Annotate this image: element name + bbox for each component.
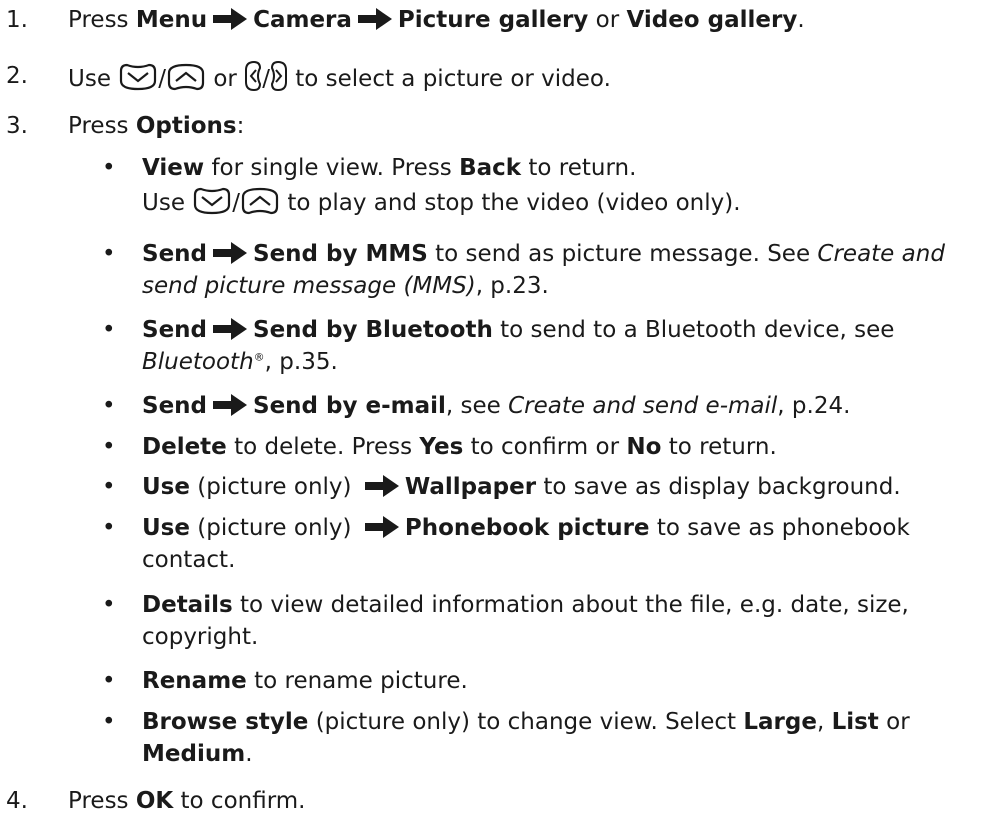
bullet: • xyxy=(102,474,116,500)
bullet-text: Use (picture only) Wallpaper to save as … xyxy=(142,474,901,500)
bullet: • xyxy=(102,434,116,460)
arrow-right-icon xyxy=(364,516,399,538)
arrow-right-icon xyxy=(364,475,399,497)
step-number: 1. xyxy=(6,7,28,33)
step-number: 2. xyxy=(6,63,28,89)
step-number: 3. xyxy=(6,113,28,139)
arrow-right-icon xyxy=(213,242,248,264)
bullet: • xyxy=(102,155,116,181)
bullet-text: Details to view detailed information abo… xyxy=(142,592,909,650)
bullet-text: Delete to delete. Press Yes to confirm o… xyxy=(142,434,777,460)
arrow-right-icon xyxy=(213,318,248,340)
arrow-right-icon xyxy=(213,394,248,416)
step-number: 4. xyxy=(6,788,28,814)
manual-page: 1. Press Menu Camera Picture gallery or Vi… xyxy=(0,0,999,829)
bullet: • xyxy=(102,592,116,618)
step-text: Press Options: xyxy=(68,113,245,139)
bullet: • xyxy=(102,241,116,267)
bullet-text: Use (picture only) Phonebook picture to … xyxy=(142,515,910,573)
bullet-text: Rename to rename picture. xyxy=(142,668,468,694)
scroll-up-key-icon xyxy=(167,63,205,91)
arrow-right-icon xyxy=(357,8,392,30)
arrow-right-icon xyxy=(213,8,248,30)
step-text: Press OK to confirm. xyxy=(68,788,306,814)
step-text: Press Menu Camera Picture gallery or Video… xyxy=(68,7,805,33)
bullet: • xyxy=(102,515,116,541)
scroll-down-key-icon xyxy=(120,63,157,91)
scroll-down-key-icon xyxy=(194,187,231,215)
bullet-text: View for single view. Press Back to retu… xyxy=(142,155,741,216)
bullet-text: Send Send by Bluetooth to send to a Bluet… xyxy=(142,317,895,375)
bullet: • xyxy=(102,668,116,694)
bullet-text: Browse style (picture only) to change vi… xyxy=(142,709,910,767)
bullet-text: Send Send by e-mail, see Create and send … xyxy=(142,393,851,419)
bullet: • xyxy=(102,393,116,419)
scroll-up-key-icon xyxy=(241,187,279,215)
bullet-text: Send Send by MMS to send as picture messa… xyxy=(142,241,945,299)
nav-right-key-icon xyxy=(270,60,287,92)
nav-left-key-icon xyxy=(245,60,262,92)
bullet: • xyxy=(102,317,116,343)
step-text: Use / or / to select a picture or video. xyxy=(68,60,611,95)
bullet: • xyxy=(102,709,116,735)
